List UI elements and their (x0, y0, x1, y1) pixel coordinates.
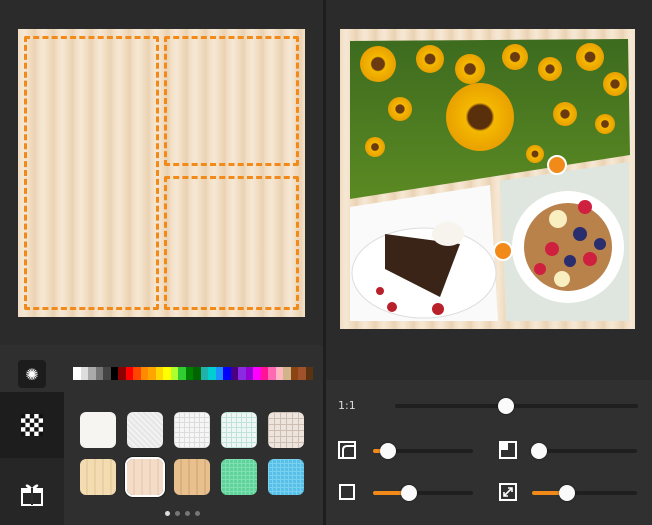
palette-color-swatch[interactable] (88, 367, 96, 380)
layout-preview (18, 29, 305, 317)
page-dot[interactable] (195, 511, 200, 516)
palette-color-swatch[interactable] (185, 367, 193, 380)
palette-color-swatch[interactable] (110, 367, 118, 380)
palette-color-swatch[interactable] (283, 367, 291, 380)
background-swatch-grid-mint[interactable] (221, 412, 257, 448)
pattern-tool-button[interactable] (0, 392, 64, 458)
shadow-slider-knob[interactable] (559, 485, 575, 501)
palette-color-swatch[interactable] (260, 367, 268, 380)
corner-radius-icon (338, 441, 356, 459)
inner-margin-slider-track[interactable] (532, 449, 637, 453)
border-drag-handle[interactable] (493, 241, 513, 261)
background-swatch-wood-light[interactable] (80, 459, 116, 495)
frame-controls: 1:1 (326, 380, 652, 525)
palette-color-swatch[interactable] (230, 367, 238, 380)
palette-color-swatch[interactable] (245, 367, 253, 380)
ratio-label: 1:1 (338, 399, 356, 412)
background-swatch-grid (80, 412, 310, 500)
palette-color-swatch[interactable] (125, 367, 133, 380)
background-swatch-wood-pink[interactable] (125, 457, 165, 497)
palette-color-swatch[interactable] (170, 367, 178, 380)
palette-color-swatch[interactable] (305, 367, 313, 380)
checker-icon (21, 414, 43, 436)
color-palette-bar[interactable] (73, 367, 313, 380)
page-dot[interactable] (175, 511, 180, 516)
palette-color-swatch[interactable] (155, 367, 163, 380)
palette-color-swatch[interactable] (208, 367, 216, 380)
background-swatch-paper-light[interactable] (127, 412, 163, 448)
palette-color-swatch[interactable] (103, 367, 111, 380)
palette-color-swatch[interactable] (268, 367, 276, 380)
layout-cell-top-right[interactable] (164, 36, 299, 166)
ratio-slider-knob[interactable] (498, 398, 514, 414)
palette-color-swatch[interactable] (238, 367, 246, 380)
palette-color-swatch[interactable] (73, 367, 81, 380)
palette-color-swatch[interactable] (148, 367, 156, 380)
background-swatch-paper-white[interactable] (80, 412, 116, 448)
layout-cell-bottom-right[interactable] (164, 176, 299, 310)
collage-preview-panel (326, 0, 652, 380)
palette-color-swatch[interactable] (80, 367, 88, 380)
tool-column (0, 392, 64, 525)
shadow-size-icon (499, 483, 517, 501)
palette-color-swatch[interactable] (193, 367, 201, 380)
palette-color-swatch[interactable] (223, 367, 231, 380)
palette-color-swatch[interactable] (133, 367, 141, 380)
palette-color-swatch[interactable] (118, 367, 126, 380)
outer-margin-slider-knob[interactable] (401, 485, 417, 501)
sparkle-icon[interactable]: ✺ (18, 360, 46, 388)
palette-color-swatch[interactable] (163, 367, 171, 380)
background-swatch-grid-white[interactable] (174, 412, 210, 448)
collage-canvas (340, 29, 635, 329)
page-dot[interactable] (185, 511, 190, 516)
palette-color-swatch[interactable] (140, 367, 148, 380)
collage-svg (350, 39, 630, 321)
background-swatch-grid-blue[interactable] (268, 459, 304, 495)
palette-color-swatch[interactable] (215, 367, 223, 380)
palette-color-swatch[interactable] (298, 367, 306, 380)
corner-slider-knob[interactable] (380, 443, 396, 459)
background-swatch-grid-beige[interactable] (268, 412, 304, 448)
background-swatch-wood-tan[interactable] (174, 459, 210, 495)
page-indicator (165, 511, 200, 516)
palette-color-swatch[interactable] (253, 367, 261, 380)
layout-preview-panel (0, 0, 324, 345)
inner-margin-icon (499, 441, 517, 459)
border-drag-handle[interactable] (547, 155, 567, 175)
ratio-slider-track[interactable] (395, 404, 638, 408)
gift-icon (21, 484, 43, 506)
palette-color-swatch[interactable] (275, 367, 283, 380)
palette-color-swatch[interactable] (200, 367, 208, 380)
background-swatch-grid-green[interactable] (221, 459, 257, 495)
palette-color-swatch[interactable] (95, 367, 103, 380)
inner-margin-slider-knob[interactable] (531, 443, 547, 459)
palette-color-swatch[interactable] (290, 367, 298, 380)
gift-tool-button[interactable] (0, 462, 64, 525)
outer-margin-icon (339, 484, 355, 500)
palette-color-swatch[interactable] (178, 367, 186, 380)
layout-cell-left[interactable] (24, 36, 159, 310)
page-dot[interactable] (165, 511, 170, 516)
